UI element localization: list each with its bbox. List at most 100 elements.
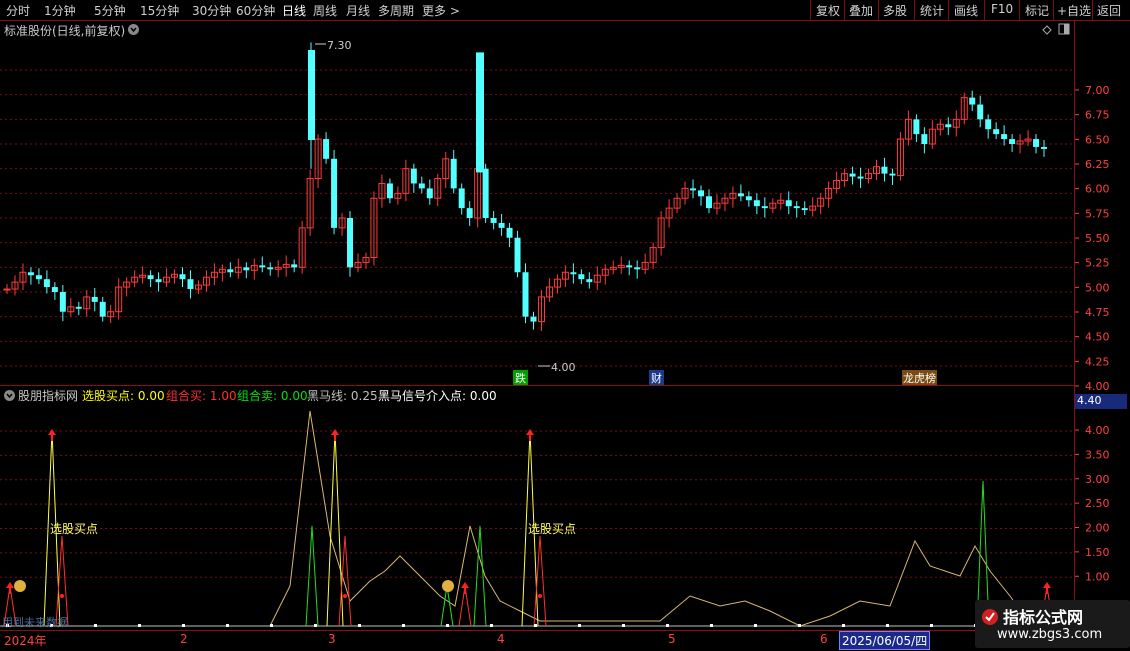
candle-body	[187, 279, 194, 290]
action-mark-button[interactable]: 标记	[1025, 2, 1049, 19]
action-adjust-button[interactable]: 复权	[816, 2, 840, 19]
period-tab-30min[interactable]: 30分钟	[192, 2, 231, 19]
time-label: 2024年	[4, 634, 47, 648]
candle-body	[35, 275, 42, 280]
entry-dot	[490, 624, 493, 627]
action-draw-button[interactable]: 画线	[954, 2, 978, 19]
action-overlay-button[interactable]: 叠加	[849, 2, 873, 19]
indicator-tick-label: 3.00	[1085, 473, 1110, 486]
candle-body	[945, 124, 952, 128]
indicator-panel[interactable]: 股朋指标网 选股买点: 0.00 组合买: 1.00 组合卖: 0.00 黑马线…	[0, 385, 1074, 631]
indicator-canvas	[0, 410, 1074, 627]
action-f10-button[interactable]: F10	[991, 2, 1013, 16]
candle-body	[386, 183, 393, 199]
entry-dot	[666, 624, 669, 627]
candle-body	[59, 292, 66, 312]
candle-body	[698, 190, 705, 197]
candle-body	[793, 206, 800, 209]
action-stats-button[interactable]: 统计	[920, 2, 944, 19]
time-label: 2	[180, 632, 188, 646]
candle-body	[785, 200, 792, 207]
candle-body	[705, 196, 712, 209]
period-tab-daily[interactable]: 日线	[282, 2, 306, 19]
candle-body	[737, 193, 744, 197]
entry-dot	[182, 624, 185, 627]
candle-body	[570, 272, 577, 275]
candle-body	[857, 176, 864, 179]
entry-dot	[798, 624, 801, 627]
price-tick-label: 6.00	[1085, 183, 1110, 196]
price-tick-label: 6.75	[1085, 109, 1110, 122]
buy-arrow-icon	[331, 429, 339, 435]
candle-body	[921, 134, 928, 144]
candle-body	[849, 173, 856, 177]
action-add-watchlist-button[interactable]: +自选	[1057, 2, 1091, 19]
entry-dot	[622, 624, 625, 627]
period-tab-multi[interactable]: 多周期	[378, 2, 414, 19]
time-label: 3	[328, 632, 336, 646]
indicator-tick-label: 1.50	[1085, 546, 1110, 559]
entry-dot	[930, 624, 933, 627]
time-label: 4	[497, 632, 505, 646]
candle-body	[410, 168, 417, 184]
candle-body	[267, 267, 274, 270]
entry-dot	[534, 624, 537, 627]
buy-arrow-icon	[526, 429, 534, 435]
buy-arrow-icon	[1043, 582, 1051, 588]
indicator-tick-label: 2.00	[1085, 522, 1110, 535]
event-tag-finance[interactable]: 财	[649, 370, 664, 386]
buy-arrow-icon	[6, 582, 14, 588]
time-label: 5	[668, 632, 676, 646]
candle-body	[498, 222, 505, 228]
candle-body	[347, 218, 354, 268]
period-tab-realtime[interactable]: 分时	[6, 2, 30, 19]
price-tick-label: 5.25	[1085, 257, 1110, 270]
period-tab-1min[interactable]: 1分钟	[44, 2, 76, 19]
period-tab-more[interactable]: 更多 >	[422, 2, 460, 19]
candle-body	[586, 279, 593, 283]
entry-dot	[754, 624, 757, 627]
cursor-value-badge: 4.40	[1075, 394, 1127, 409]
pick-buy-annotation: 选股买点	[50, 522, 99, 536]
candle-body	[27, 272, 34, 276]
candle-body	[99, 301, 106, 317]
event-tag-dragon-tiger[interactable]: 龙虎榜	[902, 370, 937, 386]
price-tick-label: 5.00	[1085, 281, 1110, 294]
candle-body	[323, 139, 330, 159]
time-axis: 2024年 2 3 4 5 6 2025/06/05/四	[0, 630, 1130, 651]
period-tab-weekly[interactable]: 周线	[313, 2, 337, 19]
combo-dot	[538, 594, 542, 598]
period-tab-15min[interactable]: 15分钟	[140, 2, 179, 19]
entry-dot	[314, 624, 317, 627]
candlestick-panel[interactable]: 标准股份(日线,前复权) 7.30 4.00 跌 财 龙虎榜	[0, 20, 1074, 386]
action-back-button[interactable]: 返回	[1097, 2, 1121, 19]
price-tick-label: 5.75	[1085, 207, 1110, 220]
combo-dot	[60, 594, 64, 598]
candle-body	[745, 196, 752, 201]
entry-dot	[578, 624, 581, 627]
watermark-title: 指标公式网	[1003, 608, 1084, 627]
candle-body	[993, 129, 1000, 135]
event-tag-drop[interactable]: 跌	[513, 370, 528, 386]
min-price-label: 4.00	[551, 361, 576, 374]
period-tab-5min[interactable]: 5分钟	[94, 2, 126, 19]
candle-body	[466, 208, 473, 218]
price-tick-label: 4.00	[1085, 380, 1110, 393]
future-data-note: 用到未来数据	[2, 616, 68, 629]
indicator-tick-label: 2.50	[1085, 497, 1110, 510]
candle-body	[977, 104, 984, 120]
period-tab-monthly[interactable]: 月线	[346, 2, 370, 19]
period-tab-60min[interactable]: 60分钟	[236, 2, 275, 19]
entry-dot	[842, 624, 845, 627]
action-multistock-button[interactable]: 多股	[883, 2, 907, 19]
money-bag-icon	[442, 580, 454, 592]
time-label: 6	[820, 632, 828, 646]
watermark-url: www.zbgs3.com	[997, 627, 1103, 642]
candle-body	[43, 279, 50, 288]
candle-body	[881, 166, 888, 174]
combo-sell-spike	[440, 585, 454, 627]
entry-dot	[402, 624, 405, 627]
candle-body	[1041, 146, 1048, 149]
indicator-tick-label: 1.00	[1085, 570, 1110, 583]
combo-sell-spike	[473, 525, 487, 627]
